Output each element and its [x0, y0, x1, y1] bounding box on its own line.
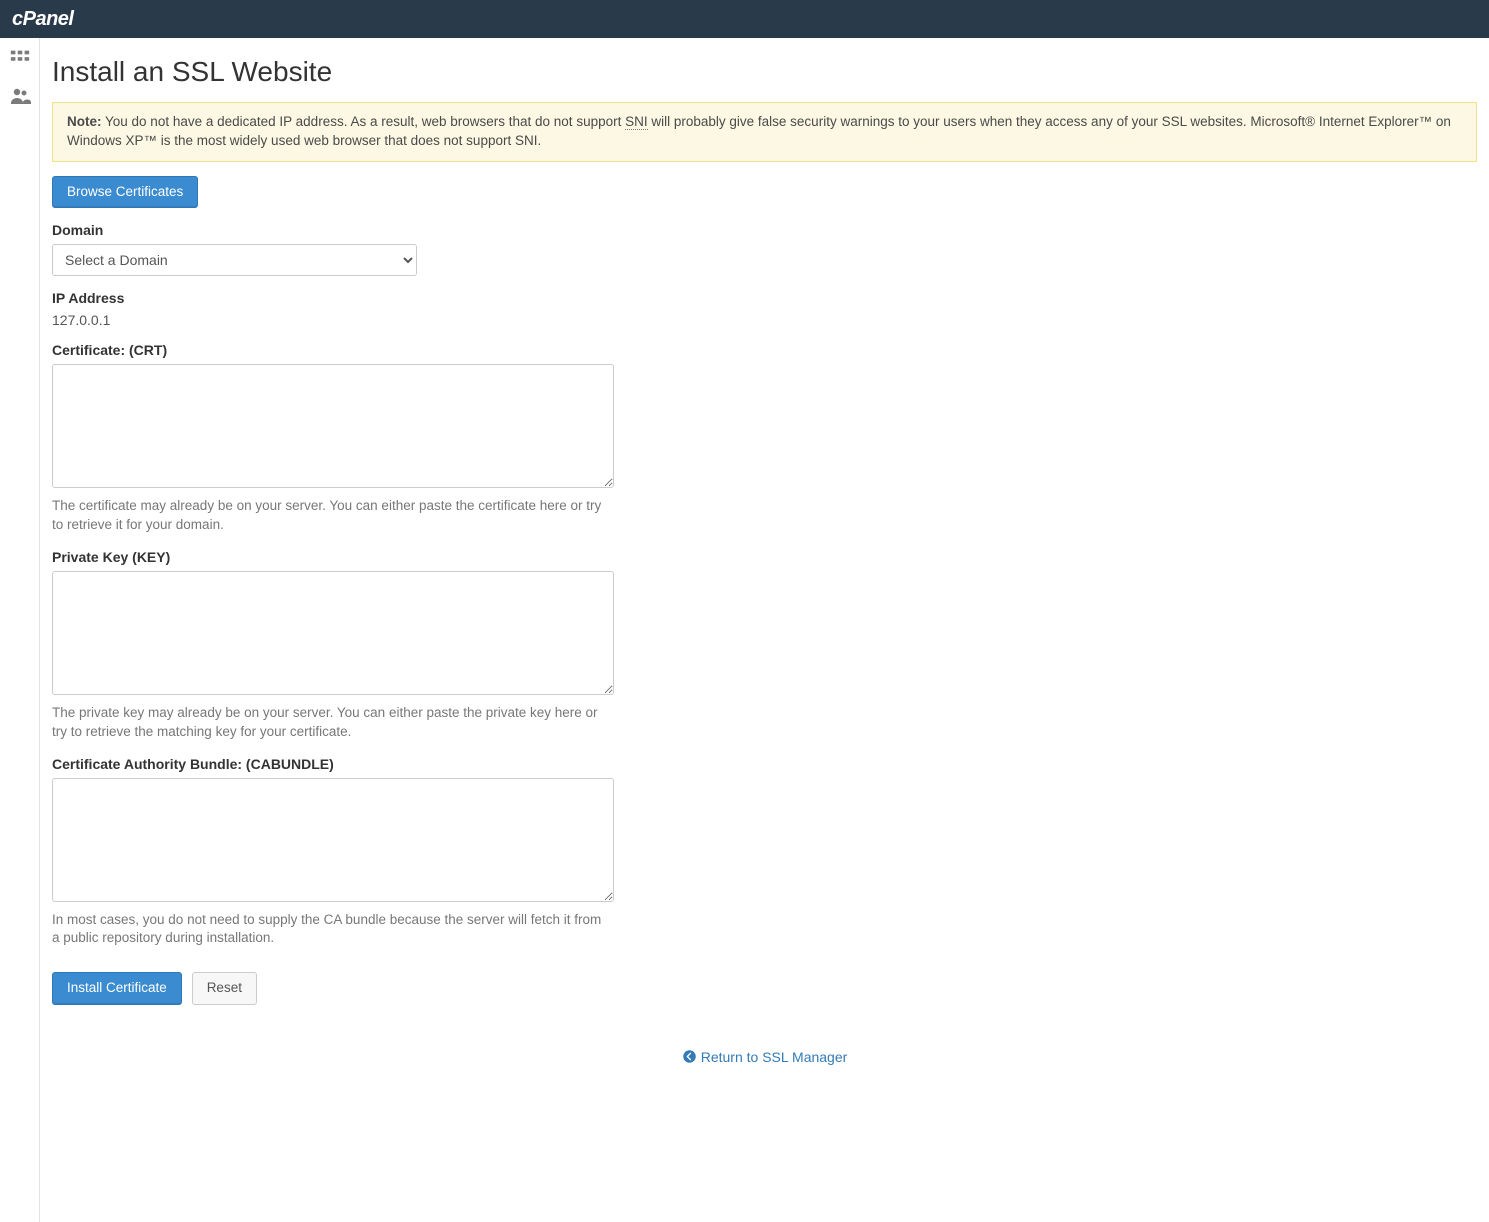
certificate-label: Certificate: (CRT) [52, 342, 614, 358]
domain-label: Domain [52, 222, 614, 238]
note-text-part1: You do not have a dedicated IP address. … [102, 114, 626, 129]
sni-note: Note: You do not have a dedicated IP add… [52, 102, 1477, 162]
main-content: Install an SSL Website Note: You do not … [40, 38, 1489, 1222]
ip-address-value: 127.0.0.1 [52, 312, 614, 328]
cabundle-label: Certificate Authority Bundle: (CABUNDLE) [52, 756, 614, 772]
ip-address-label: IP Address [52, 290, 614, 306]
users-icon[interactable] [8, 84, 32, 108]
cpanel-logo: cPanel [12, 8, 73, 31]
certificate-textarea[interactable] [52, 364, 614, 488]
return-to-ssl-manager-link[interactable]: Return to SSL Manager [682, 1049, 848, 1065]
return-link-text: Return to SSL Manager [701, 1049, 848, 1065]
private-key-help-text: The private key may already be on your s… [52, 704, 612, 742]
private-key-textarea[interactable] [52, 571, 614, 695]
page-title: Install an SSL Website [52, 56, 1477, 88]
domain-select[interactable]: Select a Domain [52, 244, 417, 276]
note-label: Note: [67, 114, 102, 129]
sni-term: SNI [625, 114, 648, 130]
top-bar: cPanel [0, 0, 1489, 38]
arrow-left-circle-icon [682, 1049, 697, 1064]
sidebar [0, 38, 40, 1222]
private-key-label: Private Key (KEY) [52, 549, 614, 565]
cabundle-help-text: In most cases, you do not need to supply… [52, 911, 612, 949]
cabundle-textarea[interactable] [52, 778, 614, 902]
install-certificate-button[interactable]: Install Certificate [52, 972, 182, 1004]
browse-certificates-button[interactable]: Browse Certificates [52, 176, 198, 208]
reset-button[interactable]: Reset [192, 972, 257, 1004]
apps-icon[interactable] [8, 46, 32, 70]
certificate-help-text: The certificate may already be on your s… [52, 497, 612, 535]
